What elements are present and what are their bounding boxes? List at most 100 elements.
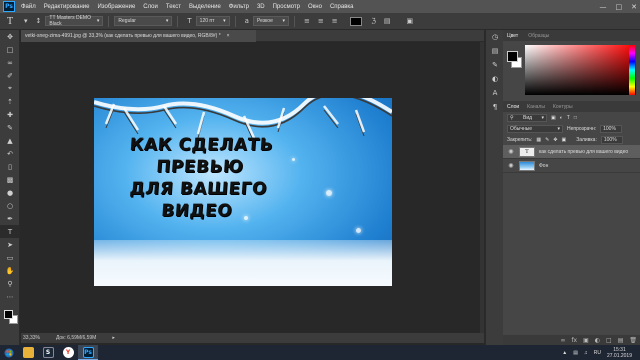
gradient-tool-icon[interactable]: ▩ (0, 173, 20, 186)
tab-layers[interactable]: Слои (507, 104, 519, 110)
maximize-icon[interactable]: □ (616, 3, 623, 11)
language-indicator[interactable]: RU (594, 350, 601, 356)
adjustments-icon[interactable]: ◐ (486, 72, 504, 86)
menu-help[interactable]: Справка (330, 4, 354, 10)
foreground-color-swatch[interactable] (507, 51, 518, 62)
rectangle-tool-icon[interactable]: ▭ (0, 251, 20, 264)
link-layers-icon[interactable]: ∞ (560, 337, 565, 344)
menu-text[interactable]: Текст (166, 4, 181, 10)
windows-start-icon[interactable] (0, 345, 18, 360)
foreground-color-swatch[interactable] (4, 310, 13, 319)
tray-arrow-icon[interactable]: ▲ (562, 350, 567, 356)
menu-view[interactable]: Просмотр (273, 4, 300, 10)
clone-stamp-tool-icon[interactable]: ▲ (0, 134, 20, 147)
font-style-select[interactable]: Regular ▾ (114, 16, 173, 26)
healing-brush-tool-icon[interactable]: ✚ (0, 108, 20, 121)
font-family-select[interactable]: TT Masters DEMO Black ▾ (45, 15, 104, 27)
layer-row-text[interactable]: ◉ T как сделать превью для вашего видео (503, 145, 640, 159)
eraser-tool-icon[interactable]: ▯ (0, 160, 20, 173)
close-tab-icon[interactable]: × (227, 33, 230, 39)
clock[interactable]: 15:31 27.01.2019 (607, 347, 632, 359)
font-size-field[interactable]: 120 пт ▾ (195, 16, 230, 26)
lock-pixels-icon[interactable]: ▦ (536, 137, 541, 143)
volume-icon[interactable]: ♫ (584, 350, 588, 356)
character-icon[interactable]: A (486, 86, 504, 100)
quick-select-tool-icon[interactable]: ✐ (0, 69, 20, 82)
taskbar-steam[interactable]: S (38, 345, 58, 360)
menu-window[interactable]: Окно (308, 4, 322, 10)
lasso-tool-icon[interactable]: ∞ (0, 56, 20, 69)
lock-all-icon[interactable]: ▣ (561, 137, 566, 143)
brush-tool-icon[interactable]: ✎ (0, 121, 20, 134)
taskbar-yandex-browser[interactable]: Y (58, 345, 78, 360)
tab-paths[interactable]: Контуры (553, 104, 573, 110)
properties-icon[interactable]: ▤ (486, 44, 504, 58)
text-orientation-icon[interactable]: ↕ (36, 17, 42, 25)
character-panel-icon[interactable]: ▤ (384, 17, 391, 25)
history-brush-tool-icon[interactable]: ↶ (0, 147, 20, 160)
menu-edit[interactable]: Редактирование (44, 4, 90, 10)
align-right-icon[interactable]: ≡ (332, 17, 338, 25)
paragraph-icon[interactable]: ¶ (486, 100, 504, 114)
more-tools-icon[interactable]: ⋯ (0, 290, 20, 303)
type-tool-icon[interactable]: T (0, 225, 20, 238)
lock-position-icon[interactable]: ✥ (553, 137, 557, 143)
chevron-down-icon[interactable]: ▾ (24, 17, 28, 25)
document-tab[interactable]: vetki-sneg-zima-4991.jpg @ 33,3% (как сд… (21, 30, 256, 42)
warp-text-icon[interactable]: ℨ (372, 17, 376, 25)
antialias-select[interactable]: Резкое ▾ (252, 16, 289, 26)
path-select-tool-icon[interactable]: ➤ (0, 238, 20, 251)
hue-slider[interactable] (629, 45, 635, 95)
history-icon[interactable]: ◷ (486, 30, 504, 44)
blur-tool-icon[interactable]: ● (0, 186, 20, 199)
blend-mode-select[interactable]: Обычные ▾ (507, 124, 563, 133)
marquee-tool-icon[interactable]: □ (0, 43, 20, 56)
tab-swatches[interactable]: Образцы (528, 33, 549, 39)
minimize-icon[interactable]: — (600, 3, 607, 11)
network-icon[interactable]: ▤ (573, 350, 578, 356)
3d-icon[interactable]: ▣ (407, 17, 414, 25)
tab-color[interactable]: Цвет (507, 33, 518, 39)
menu-3d[interactable]: 3D (257, 4, 265, 10)
filter-shape-icon[interactable]: □ (574, 115, 577, 121)
fill-field[interactable]: 100% (600, 135, 623, 144)
taskbar-explorer[interactable] (18, 345, 38, 360)
new-group-icon[interactable]: □ (606, 337, 612, 344)
chevron-right-icon[interactable]: ▸ (112, 335, 115, 341)
taskbar-photoshop[interactable]: Ps (78, 345, 98, 360)
eyedropper-tool-icon[interactable]: ⇡ (0, 95, 20, 108)
text-color-swatch[interactable] (349, 16, 362, 26)
align-left-icon[interactable]: ≡ (304, 17, 310, 25)
dodge-tool-icon[interactable]: ○ (0, 199, 20, 212)
brushes-icon[interactable]: ✎ (486, 58, 504, 72)
pen-tool-icon[interactable]: ✒ (0, 212, 20, 225)
color-picker-field[interactable] (525, 45, 636, 95)
filter-text-icon[interactable]: T (567, 115, 570, 121)
menu-image[interactable]: Изображение (97, 4, 135, 10)
filter-adjust-icon[interactable]: ◐ (560, 115, 563, 121)
text-tool-icon[interactable]: T (0, 16, 20, 27)
move-tool-icon[interactable]: ✥ (0, 30, 20, 43)
document-canvas[interactable]: КАК СДЕЛАТЬ ПРЕВЬЮ ДЛЯ ВАШЕГО ВИДЕО (94, 98, 392, 286)
eye-icon[interactable]: ◉ (507, 162, 515, 169)
thumbnail-headline-text[interactable]: КАК СДЕЛАТЬ ПРЕВЬЮ ДЛЯ ВАШЕГО ВИДЕО (94, 134, 307, 222)
layer-style-icon[interactable]: fx (571, 337, 577, 344)
tab-channels[interactable]: Каналы (527, 104, 545, 110)
opacity-field[interactable]: 100% (600, 124, 623, 133)
layer-row-background[interactable]: ◉ Фон (503, 159, 640, 173)
layer-mask-icon[interactable]: ▣ (583, 337, 589, 344)
foreground-background-colors[interactable] (4, 310, 18, 324)
eye-icon[interactable]: ◉ (507, 148, 515, 155)
kind-filter-select[interactable]: ⚲ Вид ▾ (507, 113, 547, 122)
menu-select[interactable]: Выделение (189, 4, 221, 10)
align-center-icon[interactable]: ≡ (318, 17, 324, 25)
close-icon[interactable]: ✕ (631, 3, 637, 11)
zoom-tool-icon[interactable]: ⚲ (0, 277, 20, 290)
menu-file[interactable]: Файл (21, 4, 36, 10)
menu-filter[interactable]: Фильтр (229, 4, 249, 10)
menu-layers[interactable]: Слои (143, 4, 158, 10)
adjustment-layer-icon[interactable]: ◐ (595, 337, 600, 344)
hand-tool-icon[interactable]: ✋ (0, 264, 20, 277)
new-layer-icon[interactable]: ▤ (618, 337, 624, 344)
crop-tool-icon[interactable]: ⌖ (0, 82, 20, 95)
